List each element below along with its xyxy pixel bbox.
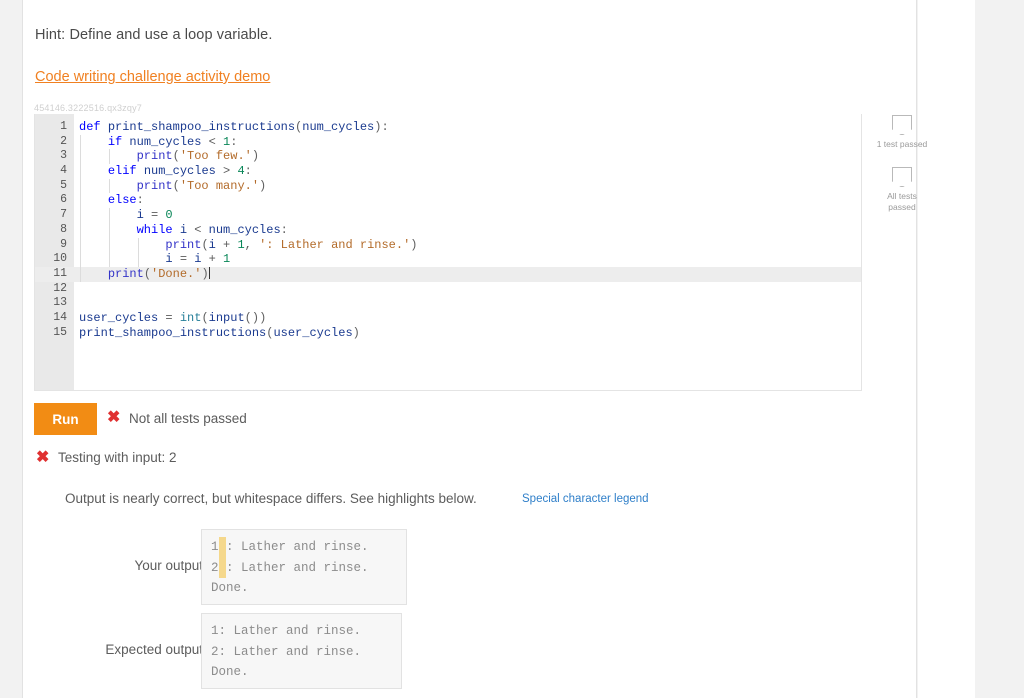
your-output-label: Your output <box>83 558 203 573</box>
expected-output-line: 1: Lather and rinse. <box>211 621 392 642</box>
feedback-message: Output is nearly correct, but whitespace… <box>65 491 477 506</box>
line-number: 1 <box>35 120 67 135</box>
code-line[interactable]: 3 print('Too few.') <box>35 149 861 164</box>
line-number: 13 <box>35 296 67 311</box>
line-number: 14 <box>35 311 67 326</box>
line-number: 15 <box>35 326 67 341</box>
expected-output-label: Expected output <box>63 642 203 657</box>
your-output-line: 1 : Lather and rinse. <box>211 537 397 558</box>
code-text: user_cycles = int(input()) <box>79 311 266 326</box>
special-character-legend-link[interactable]: Special character legend <box>522 493 649 505</box>
line-number: 4 <box>35 164 67 179</box>
code-text: i = i + 1 <box>79 252 230 267</box>
activity-content-column: Hint: Define and use a loop variable. Co… <box>22 0 917 698</box>
run-button[interactable]: Run <box>34 403 97 435</box>
code-text: print('Done.') <box>79 267 210 282</box>
whitespace-highlight <box>219 558 227 579</box>
line-number: 3 <box>35 149 67 164</box>
badge-caption: 1 test passed <box>874 139 930 150</box>
code-text: print('Too few.') <box>79 149 259 164</box>
code-line[interactable]: 6 else: <box>35 193 861 208</box>
code-line[interactable]: 5 print('Too many.') <box>35 179 861 194</box>
code-editor[interactable]: 1 def print_shampoo_instructions(num_cycl… <box>34 114 862 391</box>
code-line[interactable]: 13 <box>35 296 861 311</box>
line-number: 10 <box>35 252 67 267</box>
code-line[interactable]: 14 user_cycles = int(input()) <box>35 311 861 326</box>
test-case-label: Testing with input: 2 <box>58 450 177 465</box>
badge-all-tests-passed: All tests passed <box>874 167 930 212</box>
line-number: 2 <box>35 135 67 150</box>
x-mark-icon: ✖ <box>36 450 49 466</box>
code-line[interactable]: 11 print('Done.') <box>35 267 861 282</box>
expected-output-line: Done. <box>211 662 392 683</box>
code-text: print(i + 1, ': Lather and rinse.') <box>79 238 418 253</box>
code-line[interactable]: 7 i = 0 <box>35 208 861 223</box>
code-text: else: <box>79 193 144 208</box>
line-number: 12 <box>35 282 67 297</box>
text-cursor <box>209 267 210 279</box>
code-line[interactable]: 1 def print_shampoo_instructions(num_cycl… <box>35 120 861 135</box>
your-output-line: Done. <box>211 578 397 599</box>
line-number: 9 <box>35 238 67 253</box>
demo-link[interactable]: Code writing challenge activity demo <box>35 69 270 85</box>
code-text: i = 0 <box>79 208 173 223</box>
line-number: 6 <box>35 193 67 208</box>
line-number: 11 <box>35 267 67 282</box>
code-text: def print_shampoo_instructions(num_cycle… <box>79 120 389 135</box>
right-side-panel <box>975 0 1024 698</box>
right-white-gutter <box>918 0 975 698</box>
your-output-line: 2 : Lather and rinse. <box>211 558 397 579</box>
line-number: 5 <box>35 179 67 194</box>
your-output-box: 1 : Lather and rinse.2 : Lather and rins… <box>201 529 407 605</box>
hint-text: Hint: Define and use a loop variable. <box>35 27 272 43</box>
shield-badge-icon <box>892 167 912 187</box>
code-line[interactable]: 4 elif num_cycles > 4: <box>35 164 861 179</box>
page-background: Hint: Define and use a loop variable. Co… <box>0 0 1024 698</box>
badge-caption: All tests passed <box>874 191 930 212</box>
x-mark-icon: ✖ <box>107 410 120 426</box>
activity-id-label: 454146.3222516.qx3zqy7 <box>34 103 142 113</box>
code-text: elif num_cycles > 4: <box>79 164 252 179</box>
code-line[interactable]: 12 <box>35 282 861 297</box>
expected-output-box: 1: Lather and rinse.2: Lather and rinse.… <box>201 613 402 689</box>
code-line[interactable]: 9 print(i + 1, ': Lather and rinse.') <box>35 238 861 253</box>
code-line[interactable]: 2 if num_cycles < 1: <box>35 135 861 150</box>
code-text: print('Too many.') <box>79 179 266 194</box>
line-number: 8 <box>35 223 67 238</box>
expected-output-line: 2: Lather and rinse. <box>211 642 392 663</box>
code-text: if num_cycles < 1: <box>79 135 237 150</box>
code-line[interactable]: 8 while i < num_cycles: <box>35 223 861 238</box>
code-lines-container[interactable]: 1 def print_shampoo_instructions(num_cycl… <box>35 120 861 340</box>
code-line[interactable]: 10 i = i + 1 <box>35 252 861 267</box>
code-text: print_shampoo_instructions(user_cycles) <box>79 326 360 341</box>
line-number: 7 <box>35 208 67 223</box>
code-line[interactable]: 15 print_shampoo_instructions(user_cycles… <box>35 326 861 341</box>
shield-badge-icon <box>892 115 912 135</box>
badge-1-test-passed: 1 test passed <box>874 115 930 150</box>
whitespace-highlight <box>219 537 227 558</box>
code-text: while i < num_cycles: <box>79 223 288 238</box>
run-status-text: Not all tests passed <box>129 411 247 426</box>
